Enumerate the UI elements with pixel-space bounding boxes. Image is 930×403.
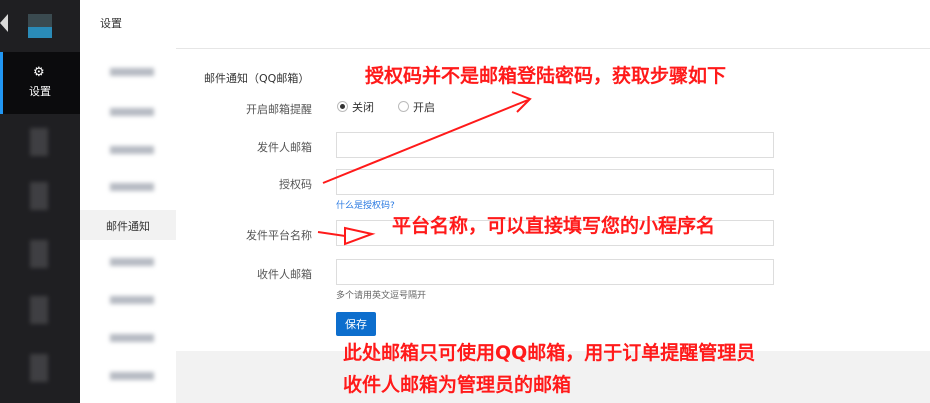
- sidebar-item-blurred[interactable]: [30, 354, 48, 382]
- breadcrumb: 设置: [100, 17, 122, 30]
- settings-submenu: 邮件通知: [80, 0, 176, 403]
- section-title: 邮件通知（QQ邮箱）: [204, 72, 310, 85]
- sender-email-input[interactable]: [336, 132, 774, 158]
- submenu-item-blurred[interactable]: [110, 258, 154, 266]
- sidebar-item-blurred[interactable]: [30, 128, 48, 156]
- main-sidebar: ⚙ 设置: [0, 0, 80, 403]
- toggle-label: 开启邮箱提醒: [246, 103, 312, 116]
- recipient-email-input[interactable]: [336, 259, 774, 285]
- email-annotation-line2: 收件人邮箱为管理员的邮箱: [343, 374, 572, 396]
- top-header: [176, 0, 930, 48]
- recipient-email-label: 收件人邮箱: [257, 268, 312, 281]
- sidebar-item-settings[interactable]: ⚙ 设置: [0, 52, 80, 114]
- sidebar-item-label: 设置: [29, 85, 51, 98]
- sidebar-item-blurred[interactable]: [30, 296, 48, 324]
- submenu-item-blurred[interactable]: [110, 183, 154, 191]
- radio-on[interactable]: 开启: [398, 99, 435, 115]
- authcode-annotation: 授权码并不是邮箱登陆密码，获取步骤如下: [365, 65, 727, 87]
- submenu-item-blurred[interactable]: [110, 146, 154, 154]
- collapse-arrow-icon[interactable]: [0, 14, 8, 32]
- sender-email-label: 发件人邮箱: [257, 141, 312, 154]
- submenu-item-blurred[interactable]: [110, 334, 154, 342]
- authcode-help-link[interactable]: 什么是授权码?: [336, 198, 395, 211]
- authcode-input[interactable]: [336, 169, 774, 195]
- email-annotation-line1: 此处邮箱只可使用QQ邮箱，用于订单提醒管理员: [343, 342, 756, 364]
- submenu-item-blurred[interactable]: [110, 108, 154, 116]
- sidebar-item-blurred[interactable]: [30, 240, 48, 268]
- radio-off[interactable]: 关闭: [337, 99, 374, 115]
- submenu-item-blurred[interactable]: [110, 372, 154, 380]
- gear-icon: ⚙: [33, 65, 45, 80]
- submenu-item-blurred[interactable]: [110, 68, 154, 76]
- authcode-label: 授权码: [279, 178, 312, 191]
- submenu-item-blurred[interactable]: [110, 296, 154, 304]
- app-logo: [28, 14, 52, 38]
- radio-selected-icon: [337, 101, 348, 112]
- settings-panel: [176, 49, 930, 351]
- submenu-item-label: 邮件通知: [106, 220, 150, 233]
- save-button[interactable]: 保存: [336, 312, 376, 336]
- platform-name-label: 发件平台名称: [246, 229, 312, 242]
- sidebar-item-blurred[interactable]: [30, 182, 48, 210]
- radio-unselected-icon: [398, 101, 409, 112]
- recipient-hint: 多个请用英文逗号隔开: [336, 291, 427, 301]
- submenu-item-email-notify[interactable]: 邮件通知: [80, 210, 176, 240]
- platform-annotation: 平台名称，可以直接填写您的小程序名: [392, 215, 716, 237]
